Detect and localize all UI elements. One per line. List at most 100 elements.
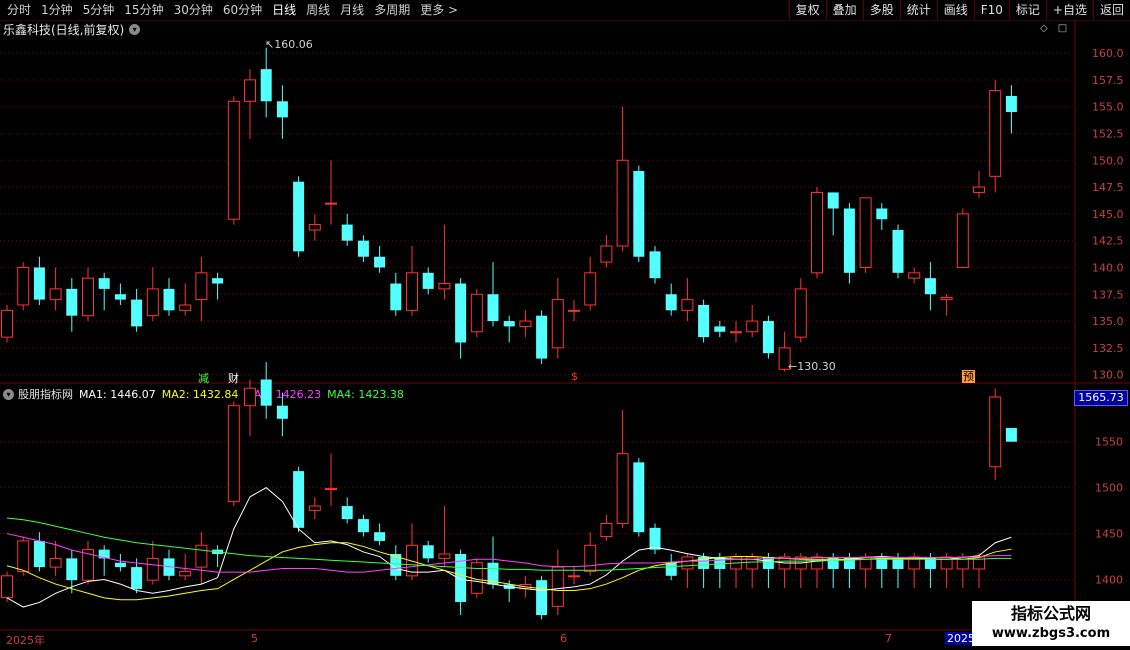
candle-body xyxy=(146,288,159,317)
function-button-4[interactable]: 画线 xyxy=(936,0,974,20)
main-y-tick: 152.5 xyxy=(1092,127,1124,140)
indicator-candle-body xyxy=(455,554,467,602)
function-button-5[interactable]: F10 xyxy=(973,0,1009,20)
period-tab-5[interactable]: 60分钟 xyxy=(218,0,267,20)
function-button-3[interactable]: 统计 xyxy=(899,0,937,20)
indicator-candle-body xyxy=(633,462,645,533)
indicator-candle-body xyxy=(989,396,1002,468)
period-tab-3[interactable]: 15分钟 xyxy=(119,0,168,20)
indicator-candle-body xyxy=(794,556,807,570)
main-y-tick: 135.0 xyxy=(1092,315,1124,328)
indicator-candle-body xyxy=(730,556,742,570)
candle-body xyxy=(956,213,969,268)
indicator-y-tick: 1550 xyxy=(1095,436,1123,449)
kline-chart: 130.0 132.5 135.0 137.5 140.0 142.5 145.0 147.5… xyxy=(0,20,1130,645)
period-tab-4[interactable]: 30分钟 xyxy=(169,0,218,20)
high-price-label: ↖160.06 xyxy=(265,38,313,51)
candle-body xyxy=(470,293,483,333)
indicator-candle-body xyxy=(212,549,224,555)
function-button-6[interactable]: 标记 xyxy=(1008,0,1046,20)
indicator-candle-body xyxy=(503,584,515,589)
indicator-bar: ▾ 股朋指标网 MA1: 1446.07 MA2: 1432.84 MA3: 1… xyxy=(0,387,410,401)
ma-line-3 xyxy=(6,533,1012,573)
main-y-tick: 142.5 xyxy=(1092,235,1124,248)
candle-body xyxy=(1,309,13,338)
candle-body xyxy=(876,208,888,220)
candle-body xyxy=(49,288,62,301)
candle-body xyxy=(308,224,321,231)
period-tab-8[interactable]: 月线 xyxy=(335,0,369,20)
period-tab-9[interactable]: 多周期 xyxy=(369,0,415,20)
period-tab-10[interactable]: 更多 > xyxy=(415,0,463,20)
candle-body xyxy=(82,277,94,317)
indicator-candle-body xyxy=(308,505,321,511)
function-button-0[interactable]: 复权 xyxy=(788,0,826,20)
period-tab-2[interactable]: 5分钟 xyxy=(78,0,120,20)
period-tab-7[interactable]: 周线 xyxy=(301,0,335,20)
indicator-candle-body xyxy=(470,562,483,594)
indicator-candle-body xyxy=(374,532,386,541)
event-marker-dollar[interactable]: $ xyxy=(571,370,578,383)
event-marker-finance[interactable]: 财 xyxy=(228,370,239,386)
candle-body xyxy=(698,304,710,338)
candle-body xyxy=(665,294,677,311)
indicator-candle-body xyxy=(876,556,888,569)
candle-body xyxy=(859,197,872,268)
indicator-candle-body xyxy=(616,453,629,524)
indicator-candle-body xyxy=(665,562,677,576)
low-price-label: ←130.30 xyxy=(788,360,836,373)
indicator-candle-body xyxy=(973,556,985,570)
period-tab-6[interactable]: 日线 xyxy=(267,0,301,20)
event-marker-reduce[interactable]: 减 xyxy=(198,370,209,386)
main-y-tick: 132.5 xyxy=(1092,342,1124,355)
indicator-candle-body xyxy=(357,519,369,533)
indicator-candle-body xyxy=(698,556,710,569)
ma-line-4 xyxy=(6,517,1012,571)
candle-body xyxy=(422,272,434,289)
candle-body xyxy=(633,170,645,257)
time-label-may: 5 xyxy=(251,632,258,645)
function-button-2[interactable]: 多股 xyxy=(862,0,900,20)
indicator-candle-body xyxy=(487,562,499,585)
indicator-candle-body xyxy=(519,584,532,590)
event-marker-forecast[interactable]: 预 xyxy=(962,370,975,383)
square-icon[interactable]: □ xyxy=(1058,23,1067,34)
function-button-8[interactable]: 返回 xyxy=(1092,0,1130,20)
candle-body xyxy=(17,266,30,306)
indicator-candle-body xyxy=(892,556,904,569)
period-tab-0[interactable]: 分时 xyxy=(2,0,36,20)
watermark-title: 指标公式网 xyxy=(1010,604,1091,623)
ma3-label: MA3: 1426.23 xyxy=(244,387,322,401)
diamond-icon[interactable]: ◇ xyxy=(1040,23,1048,34)
indicator-candle-body xyxy=(827,556,839,569)
indicator-candle-body xyxy=(66,558,78,581)
indicator-candle-body xyxy=(762,556,774,569)
indicator-chevron-icon[interactable]: ▾ xyxy=(3,388,14,400)
candle-body xyxy=(390,283,402,311)
main-y-tick: 140.0 xyxy=(1092,261,1124,274)
candle-body xyxy=(568,309,580,312)
indicator-candle-body xyxy=(227,405,240,503)
stock-title-bar: 乐鑫科技(日线,前复权) ▾ xyxy=(0,21,141,37)
period-tab-1[interactable]: 1分钟 xyxy=(36,0,78,20)
candle-body xyxy=(1005,95,1017,113)
candle-body xyxy=(325,202,337,205)
current-value-badge: 1565.73 xyxy=(1074,390,1128,406)
ma-line-1 xyxy=(6,487,1012,608)
indicator-candle-body xyxy=(924,556,936,569)
candle-body xyxy=(227,100,240,220)
indicator-candle-body xyxy=(163,558,175,576)
indicator-candle-body xyxy=(276,405,288,419)
indicator-candle-body xyxy=(1,575,13,599)
indicator-candle-body xyxy=(195,544,208,568)
chevron-down-icon[interactable]: ▾ xyxy=(129,23,141,35)
indicator-candle-body xyxy=(1005,427,1017,442)
candle-body xyxy=(357,240,369,257)
indicator-candle-body xyxy=(98,549,110,559)
chart-mode-icons: ◇ □ xyxy=(1040,23,1077,34)
function-button-7[interactable]: +自选 xyxy=(1045,0,1093,20)
candle-body xyxy=(811,191,823,274)
function-button-1[interactable]: 叠加 xyxy=(825,0,863,20)
indicator-candle-body xyxy=(131,567,143,589)
indicator-candle-body xyxy=(714,556,726,569)
